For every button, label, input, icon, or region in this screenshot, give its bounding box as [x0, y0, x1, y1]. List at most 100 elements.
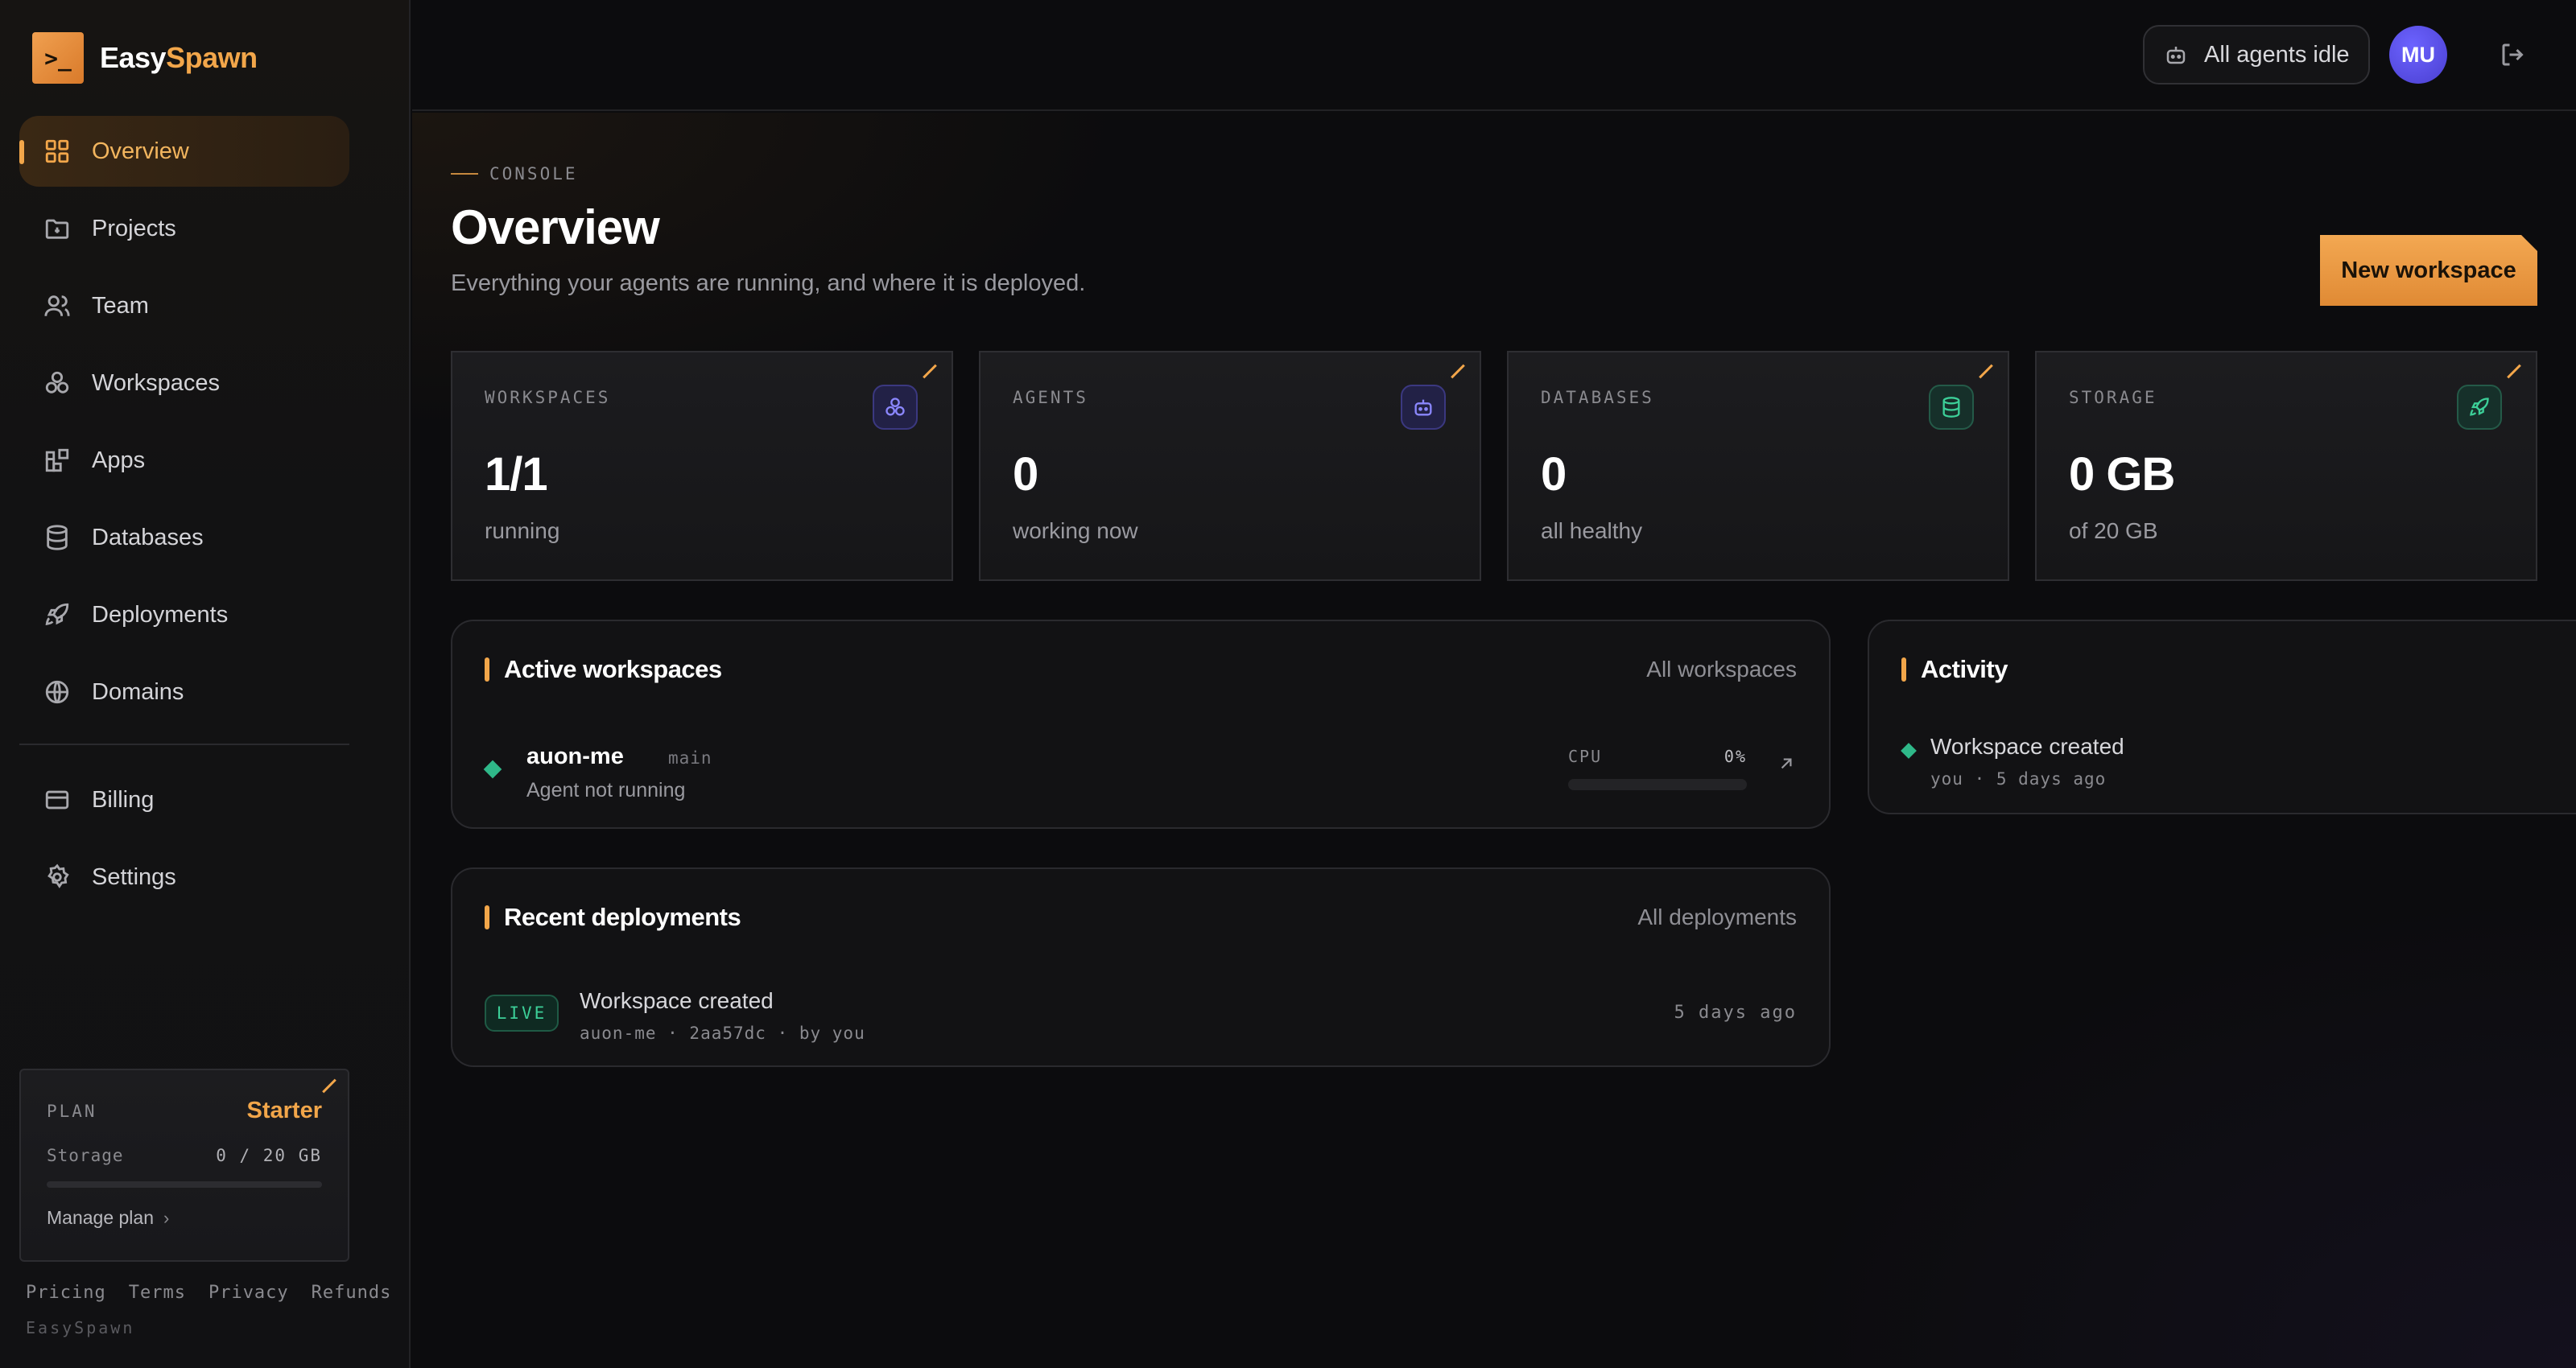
- sidebar-item-databases[interactable]: Databases: [19, 502, 349, 573]
- all-deployments-link[interactable]: All deployments: [1637, 904, 1797, 930]
- workspace-name: auon-me: [526, 744, 624, 769]
- users-icon: [43, 292, 71, 319]
- sidebar-item-label: Deployments: [92, 601, 229, 628]
- workspaces-icon: [873, 385, 918, 430]
- brand[interactable]: >_ EasySpawn: [32, 32, 258, 84]
- stat-label: WORKSPACES: [485, 388, 611, 407]
- avatar[interactable]: MU: [2389, 26, 2447, 84]
- corner-accent: [1452, 362, 1470, 380]
- database-icon: [43, 524, 71, 551]
- cpu-progress-bar: [1568, 779, 1747, 790]
- background-glow: [1771, 885, 2576, 1368]
- manage-plan-link[interactable]: Manage plan ›: [47, 1207, 169, 1229]
- corner-accent: [324, 1077, 341, 1094]
- sidebar-item-settings[interactable]: Settings: [19, 842, 349, 913]
- sidebar-item-label: Databases: [92, 524, 204, 550]
- panel-title-text: Activity: [1921, 655, 2008, 683]
- panel-title: Recent deployments: [485, 903, 741, 932]
- arrow-up-right-icon: [1781, 758, 1792, 769]
- stat-value: 0: [1013, 448, 1038, 501]
- corner-accent: [924, 362, 942, 380]
- plan-name: Starter: [246, 1098, 323, 1123]
- workspace-row[interactable]: auon-me main Agent not running CPU 0%: [483, 740, 1797, 805]
- stat-card-databases: DATABASES 0 all healthy: [1507, 351, 2009, 581]
- page-eyebrow: CONSOLE: [451, 164, 578, 183]
- stat-value: 0: [1541, 448, 1567, 501]
- sidebar-item-projects[interactable]: Projects: [19, 193, 349, 264]
- active-workspaces-panel: Active workspaces All workspaces auon-me…: [451, 620, 1831, 829]
- agents-status-pill[interactable]: All agents idle: [2143, 25, 2370, 84]
- sidebar-item-overview[interactable]: Overview: [19, 116, 349, 187]
- stat-value: 0 GB: [2069, 448, 2175, 501]
- apps-icon: [43, 447, 71, 474]
- new-workspace-button[interactable]: New workspace: [2320, 235, 2537, 306]
- gear-icon: [43, 863, 71, 891]
- deployment-meta: auon-me · 2aa57dc · by you: [580, 1024, 865, 1043]
- storage-value: 0 / 20 GB: [216, 1146, 322, 1165]
- all-workspaces-link[interactable]: All workspaces: [1646, 657, 1797, 682]
- page-title: Overview: [451, 200, 660, 254]
- agents-status-text: All agents idle: [2204, 41, 2350, 68]
- activity-diamond-icon: [1901, 743, 1917, 759]
- brand-name-part2: Spawn: [166, 41, 258, 74]
- stat-card-workspaces: WORKSPACES 1/1 running: [451, 351, 953, 581]
- folder-icon: [43, 215, 71, 242]
- sidebar-item-label: Settings: [92, 863, 176, 890]
- sidebar-item-domains[interactable]: Domains: [19, 657, 349, 727]
- panel-title: Activity: [1901, 655, 2008, 684]
- bot-icon: [2166, 47, 2186, 64]
- credit-card-icon: [43, 786, 71, 814]
- corner-accent: [1980, 362, 1998, 380]
- activity-title: Workspace created: [1930, 734, 2124, 759]
- plan-card: PLAN Starter Storage 0 / 20 GB Manage pl…: [19, 1069, 349, 1262]
- eyebrow-dash: [451, 173, 478, 175]
- workspaces-icon: [43, 369, 71, 397]
- sidebar-item-team[interactable]: Team: [19, 270, 349, 341]
- sidebar-item-label: Overview: [92, 138, 189, 164]
- page-subtitle: Everything your agents are running, and …: [451, 270, 1086, 296]
- topbar: All agents idle MU: [412, 0, 2576, 111]
- grid-icon: [43, 138, 71, 165]
- footer-link-privacy[interactable]: Privacy: [208, 1283, 289, 1303]
- deployment-title: Workspace created: [580, 988, 774, 1013]
- sidebar-item-label: Team: [92, 292, 149, 319]
- database-icon: [1929, 385, 1974, 430]
- stat-label: AGENTS: [1013, 388, 1088, 407]
- sidebar-item-label: Workspaces: [92, 369, 221, 396]
- workspace-status: Agent not running: [526, 779, 686, 801]
- sidebar-item-billing[interactable]: Billing: [19, 764, 349, 835]
- rocket-icon: [43, 601, 71, 628]
- stat-sub: working now: [1013, 518, 1138, 543]
- footer-link-pricing[interactable]: Pricing: [26, 1283, 106, 1303]
- footer-link-terms[interactable]: Terms: [129, 1283, 186, 1303]
- footer-links: Pricing Terms Privacy Refunds: [26, 1283, 391, 1303]
- footer-brand: EasySpawn: [26, 1318, 135, 1337]
- sidebar-item-workspaces[interactable]: Workspaces: [19, 348, 349, 418]
- bot-icon: [1401, 385, 1446, 430]
- rocket-icon: [2457, 385, 2502, 430]
- title-accent-bar: [485, 657, 489, 682]
- stat-label: DATABASES: [1541, 388, 1654, 407]
- brand-name-part1: Easy: [100, 41, 167, 74]
- panel-title: Active workspaces: [485, 655, 722, 684]
- stat-sub: of 20 GB: [2069, 518, 2158, 543]
- stat-card-storage: STORAGE 0 GB of 20 GB: [2035, 351, 2537, 581]
- stat-card-agents: AGENTS 0 working now: [979, 351, 1481, 581]
- deployment-time: 5 days ago: [1674, 1003, 1797, 1023]
- deployment-row[interactable]: LIVE Workspace created auon-me · 2aa57dc…: [485, 988, 1797, 1045]
- corner-accent: [2508, 362, 2526, 380]
- sidebar-item-deployments[interactable]: Deployments: [19, 579, 349, 650]
- open-workspace-button[interactable]: [1776, 753, 1797, 774]
- activity-panel: Activity Workspace created you · 5 days …: [1868, 620, 2576, 814]
- main-content: CONSOLE Overview Everything your agents …: [412, 113, 2576, 1368]
- stats-row: WORKSPACES 1/1 running AGENTS 0 working …: [451, 351, 2537, 581]
- storage-progress-bar: [47, 1181, 322, 1188]
- brand-name: EasySpawn: [100, 41, 258, 75]
- logout-button[interactable]: [2499, 40, 2528, 69]
- storage-label: Storage: [47, 1146, 124, 1165]
- footer-link-refunds[interactable]: Refunds: [312, 1283, 392, 1303]
- manage-plan-label: Manage plan: [47, 1207, 154, 1228]
- sidebar-item-apps[interactable]: Apps: [19, 425, 349, 496]
- status-diamond-icon: [483, 760, 502, 779]
- chevron-right-icon: ›: [163, 1207, 170, 1228]
